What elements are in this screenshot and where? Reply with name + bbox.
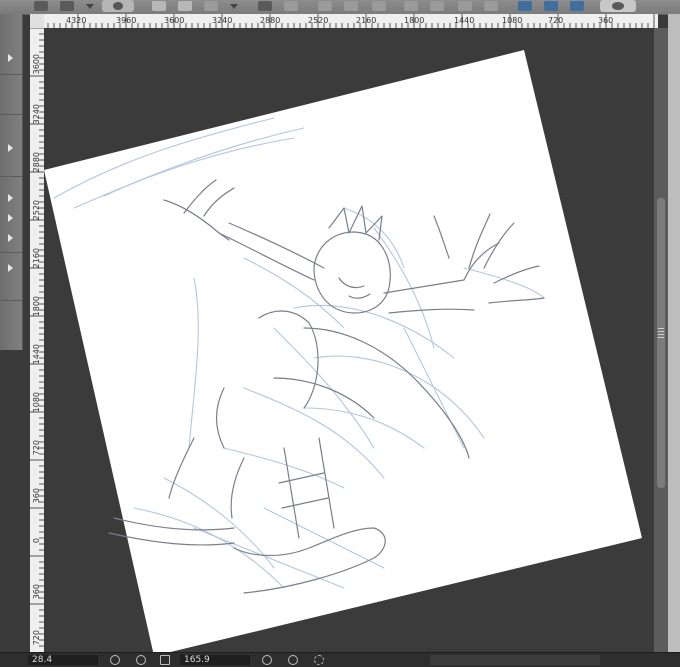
ruler-label: 1440 (32, 344, 41, 365)
right-panel-edge (668, 14, 680, 652)
ruler-label: 0 (32, 538, 41, 544)
expand-arrow-icon[interactable] (8, 234, 13, 242)
ruler-label: 3960 (116, 16, 137, 25)
status-bar: 28.4 165.9 (0, 652, 680, 667)
copy-icon[interactable] (204, 0, 218, 12)
ruler-label: 2520 (308, 16, 329, 25)
paper-sheet (44, 50, 642, 652)
canvas-viewport[interactable] (44, 28, 654, 652)
divider (0, 176, 22, 177)
zoom-value: 28.4 (32, 655, 53, 665)
ruler-label: 2160 (32, 248, 41, 269)
fit-view-icon[interactable] (160, 655, 170, 665)
undo-icon[interactable] (258, 0, 272, 12)
ruler-label: 2880 (32, 152, 41, 173)
ruler-label: 1440 (454, 16, 475, 25)
stamp-icon[interactable] (344, 0, 358, 12)
layer-icon[interactable] (178, 0, 192, 12)
expand-arrow-icon[interactable] (8, 144, 13, 152)
grid-icon[interactable] (484, 0, 498, 12)
ruler-label: 2520 (32, 200, 41, 221)
ruler-label: 3600 (32, 54, 41, 75)
top-toolbar (0, 0, 680, 15)
hand-icon[interactable] (600, 0, 636, 12)
cross-icon[interactable] (404, 0, 418, 12)
ruler-label: 360 (32, 488, 41, 504)
selection-arrow-icon[interactable] (60, 0, 74, 12)
ruler-label: 1080 (32, 392, 41, 413)
rotation-field[interactable]: 165.9 (180, 655, 250, 665)
ruler-label: 360 (32, 584, 41, 600)
divider (0, 252, 22, 253)
new-page-icon[interactable] (152, 0, 166, 12)
reset-rotation-icon[interactable] (314, 655, 324, 665)
ruler-label: 2880 (260, 16, 281, 25)
grip-handle-icon[interactable] (658, 328, 664, 338)
ruler-label: 3240 (212, 16, 233, 25)
left-tool-panel (0, 14, 23, 350)
zoom-in-icon[interactable] (136, 655, 146, 665)
eraser-brush-icon[interactable] (372, 0, 386, 12)
vertical-ruler[interactable]: 3600 3240 2880 2520 2160 1800 1440 1080 … (30, 28, 45, 652)
rotate-right-icon[interactable] (288, 655, 298, 665)
ruler-label: 4320 (66, 16, 87, 25)
ruler-label: 1800 (32, 296, 41, 317)
horizontal-ruler[interactable]: 4320 3960 3600 3240 2880 2520 2160 1800 … (30, 14, 658, 29)
ruler-label: 3240 (32, 104, 41, 125)
ruler-label: 360 (598, 16, 614, 25)
transform-icon[interactable] (318, 0, 332, 12)
ruler-label: 1800 (404, 16, 425, 25)
expand-arrow-icon[interactable] (8, 214, 13, 222)
ruler-label: 720 (548, 16, 564, 25)
settings-icon[interactable] (570, 0, 584, 12)
ruler-corner (30, 14, 44, 28)
divider (0, 74, 22, 75)
ruler-label: 720 (32, 630, 41, 646)
expand-arrow-icon[interactable] (8, 54, 13, 62)
divider (0, 300, 22, 301)
perspective-icon[interactable] (518, 0, 532, 12)
dropdown-caret-icon[interactable] (84, 0, 94, 12)
vertical-scrollbar[interactable] (654, 28, 668, 652)
symmetry-icon[interactable] (544, 0, 558, 12)
layout-icon[interactable] (34, 0, 48, 12)
pen-pressure-icon[interactable] (102, 0, 134, 12)
ruler-label: 1080 (502, 16, 523, 25)
ruler-label: 3600 (164, 16, 185, 25)
rotate-left-icon[interactable] (262, 655, 272, 665)
canvas-paper[interactable] (44, 28, 654, 652)
redo-icon[interactable] (284, 0, 298, 12)
scroll-thumb[interactable] (657, 198, 665, 488)
expand-arrow-icon[interactable] (8, 194, 13, 202)
zoom-field[interactable]: 28.4 (28, 655, 98, 665)
divider (0, 114, 22, 115)
expand-arrow-icon[interactable] (8, 264, 13, 272)
snap-icon[interactable] (458, 0, 472, 12)
ruler-label: 720 (32, 440, 41, 456)
zoom-out-icon[interactable] (110, 655, 120, 665)
dropdown-caret-icon[interactable] (228, 0, 238, 12)
ruler-tool-icon[interactable] (430, 0, 444, 12)
rotation-value: 165.9 (184, 655, 210, 665)
horizontal-scrollbar[interactable] (430, 655, 600, 665)
ruler-label: 2160 (356, 16, 377, 25)
